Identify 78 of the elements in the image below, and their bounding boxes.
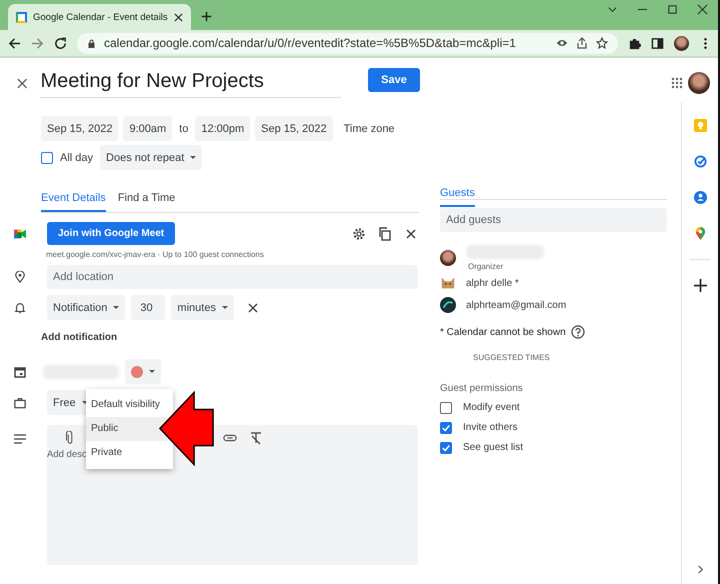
help-icon[interactable] [570,325,585,339]
avatar-icon[interactable] [688,72,710,94]
menu-item[interactable]: Private [86,441,173,465]
menu-item[interactable]: Public [86,417,173,441]
to-label: to [179,122,188,134]
browser-tab[interactable]: Google Calendar - Event details [8,4,191,30]
suggested-times-button[interactable]: SUGGESTED TIMES [467,353,556,362]
guest-name: alphr delle * [466,278,519,288]
briefcase-icon [14,396,26,408]
add-guests-field[interactable]: Add guests [440,208,667,232]
cat-avatar-icon [440,275,456,291]
star-icon[interactable] [596,37,608,49]
new-tab-icon[interactable] [200,11,212,22]
notification-dropdown[interactable]: Notification [47,295,126,320]
forward-icon[interactable] [31,36,44,50]
back-icon[interactable] [8,36,21,50]
date-field[interactable]: Sep 15, 2022 [41,116,118,141]
color-dropdown[interactable] [125,359,161,384]
checkbox[interactable] [41,152,53,164]
organizer-label: Organizer [468,262,504,271]
unit-dropdown[interactable]: minutes [171,295,234,320]
apps-grid-icon[interactable] [671,77,683,89]
permission-label: Invite others [463,422,518,433]
tab[interactable]: Find a Time [118,192,176,212]
address-bar[interactable]: calendar.google.com/calendar/u/0/r/eventedit?state=%5B%5D&tab=mc&pli=1 [77,32,618,54]
task-check-icon[interactable] [694,155,706,168]
location-field[interactable]: Add location [47,265,418,289]
date-field[interactable]: Sep 15, 2022 [255,116,333,141]
lock-icon [87,38,96,48]
contact-icon[interactable] [694,191,706,204]
location-pin-icon [14,271,26,283]
close-icon[interactable] [404,226,418,240]
all-day-label: All day [60,152,94,164]
puzzle-icon[interactable] [628,36,641,50]
calendar-icon [14,366,26,378]
join-meet-button[interactable]: Join with Google Meet [47,222,176,245]
guest-name: alphrteam@gmail.com [466,300,566,310]
video-call-icon [14,228,26,240]
eye-icon[interactable] [556,37,568,49]
clear-formatting-icon[interactable] [249,431,263,445]
reload-icon[interactable] [54,36,67,50]
calendar-icon [16,12,27,22]
close-icon[interactable] [17,78,28,89]
color-dot [131,366,143,378]
settings-icon[interactable] [352,226,366,240]
close-icon[interactable] [246,300,260,314]
avatar-icon [440,250,456,266]
calendar-note: * Calendar cannot be shown [440,326,566,338]
time-field[interactable]: 12:00pm [195,116,250,141]
repeat-dropdown[interactable]: Does not repeat [100,145,202,170]
checkbox[interactable] [440,422,452,434]
close-icon[interactable] [174,12,183,22]
team-avatar-icon [440,297,456,313]
copy-icon[interactable] [378,226,392,240]
permission-label: See guest list [463,442,524,453]
permission-label: Modify event [463,402,520,413]
title-field[interactable]: Meeting for New Projects [40,64,342,98]
save-button[interactable]: Save [368,68,420,92]
maximize-icon[interactable] [667,4,678,15]
chevron-right-icon[interactable] [696,565,704,574]
add-icon[interactable] [694,279,706,292]
avatar-icon[interactable] [674,36,689,50]
checkbox[interactable] [440,442,452,454]
map-pin-icon[interactable] [694,227,706,240]
add-notification-button[interactable]: Add notification [35,332,124,343]
number-field[interactable]: 30 [131,295,166,320]
bell-icon [14,302,26,314]
time-zone-button[interactable]: Time zone [338,122,401,134]
meet-info: meet.google.com/xvc-jmav-era · Up to 100 guest connections [46,250,265,259]
description-placeholder: Add desc [47,449,85,460]
close-icon[interactable] [697,4,708,15]
description-icon [14,433,26,445]
side-panel-icon[interactable] [651,36,664,50]
checkbox[interactable] [440,402,452,414]
share-icon[interactable] [576,37,588,49]
permissions-heading: Guest permissions [440,383,524,394]
time-field[interactable]: 9:00am [123,116,172,141]
tab[interactable]: Event Details [41,192,106,212]
